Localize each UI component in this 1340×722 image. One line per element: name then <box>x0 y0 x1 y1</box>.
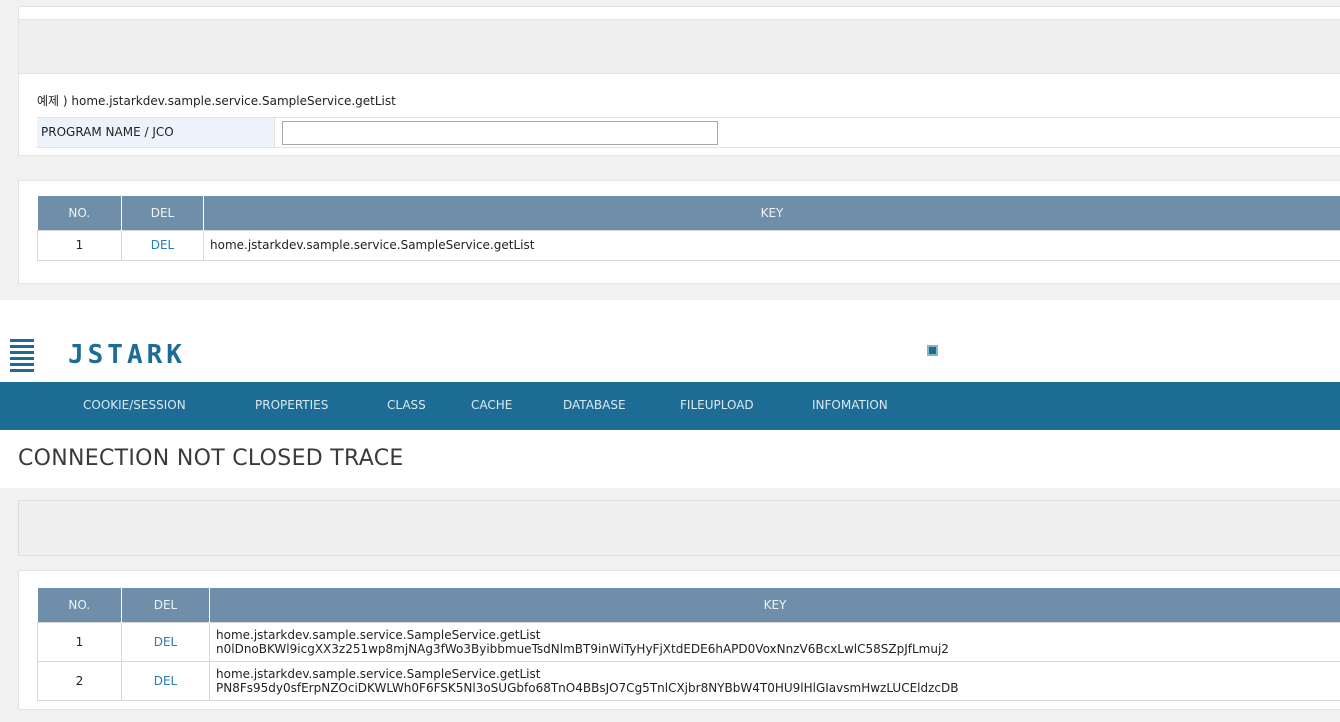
delete-link[interactable]: DEL <box>154 635 178 649</box>
row-number: 2 <box>37 660 122 701</box>
row-key: home.jstarkdev.sample.service.SampleServ… <box>203 229 1340 261</box>
table-row: 1 DEL home.jstarkdev.sample.service.Samp… <box>37 229 1340 261</box>
nav-item-cookie-session[interactable]: COOKIE/SESSION <box>83 398 186 412</box>
bottom-table-card: NO. DEL KEY 1 DEL home.jstarkdev.sample.… <box>18 570 1340 710</box>
program-name-row: PROGRAM NAME / JCO <box>37 117 1340 148</box>
example-text: 예제 ) home.jstarkdev.sample.service.Sampl… <box>37 94 396 108</box>
row-number: 1 <box>37 621 122 662</box>
program-name-label: PROGRAM NAME / JCO <box>37 118 275 147</box>
page-title: CONNECTION NOT CLOSED TRACE <box>18 446 404 471</box>
nav-item-properties[interactable]: PROPERTIES <box>255 398 328 412</box>
row-key-token: PN8Fs95dy0sfErpNZOciDKWLWh0F6FSK5Nl3oSUG… <box>216 680 959 695</box>
top-table-card: NO. DEL KEY 1 DEL home.jstarkdev.sample.… <box>18 180 1340 284</box>
table-row: 1 DEL home.jstarkdev.sample.service.Samp… <box>37 621 1340 662</box>
row-number: 1 <box>37 229 122 261</box>
nav-item-database[interactable]: DATABASE <box>563 398 626 412</box>
nav-item-infomation[interactable]: INFOMATION <box>812 398 888 412</box>
row-key: home.jstarkdev.sample.service.SampleServ… <box>209 621 1340 662</box>
bottom-panel: NO. DEL KEY 1 DEL home.jstarkdev.sample.… <box>0 488 1340 722</box>
column-header-del: DEL <box>121 196 204 230</box>
hamburger-menu-icon[interactable] <box>10 339 34 374</box>
main-nav: COOKIE/SESSION PROPERTIES CLASS CACHE DA… <box>0 382 1340 430</box>
logo[interactable]: JSTARK <box>68 340 186 370</box>
program-name-input[interactable] <box>282 121 718 145</box>
nav-item-class[interactable]: CLASS <box>387 398 426 412</box>
column-header-del: DEL <box>121 588 210 622</box>
top-key-table: NO. DEL KEY 1 DEL home.jstarkdev.sample.… <box>37 196 1340 261</box>
delete-link[interactable]: DEL <box>151 238 175 252</box>
table-row: 2 DEL home.jstarkdev.sample.service.Samp… <box>37 660 1340 701</box>
trace-toolbar <box>18 500 1340 556</box>
search-card: 예제 ) home.jstarkdev.sample.service.Sampl… <box>18 6 1340 156</box>
row-key: home.jstarkdev.sample.service.SampleServ… <box>209 660 1340 701</box>
column-header-no: NO. <box>37 588 122 622</box>
delete-link[interactable]: DEL <box>154 674 178 688</box>
row-key-method: home.jstarkdev.sample.service.SampleServ… <box>216 627 541 642</box>
square-icon[interactable] <box>927 345 938 356</box>
top-panel: 예제 ) home.jstarkdev.sample.service.Sampl… <box>0 0 1340 300</box>
nav-item-cache[interactable]: CACHE <box>471 398 512 412</box>
trace-table: NO. DEL KEY 1 DEL home.jstarkdev.sample.… <box>37 588 1340 701</box>
row-key-token: n0lDnoBKWl9icgXX3z251wp8mjNAg3fWo3Byibbm… <box>216 641 949 656</box>
column-header-key: KEY <box>209 588 1340 622</box>
row-key-method: home.jstarkdev.sample.service.SampleServ… <box>216 666 541 681</box>
nav-item-fileupload[interactable]: FILEUPLOAD <box>680 398 754 412</box>
search-toolbar <box>19 19 1340 74</box>
column-header-no: NO. <box>37 196 122 230</box>
column-header-key: KEY <box>203 196 1340 230</box>
